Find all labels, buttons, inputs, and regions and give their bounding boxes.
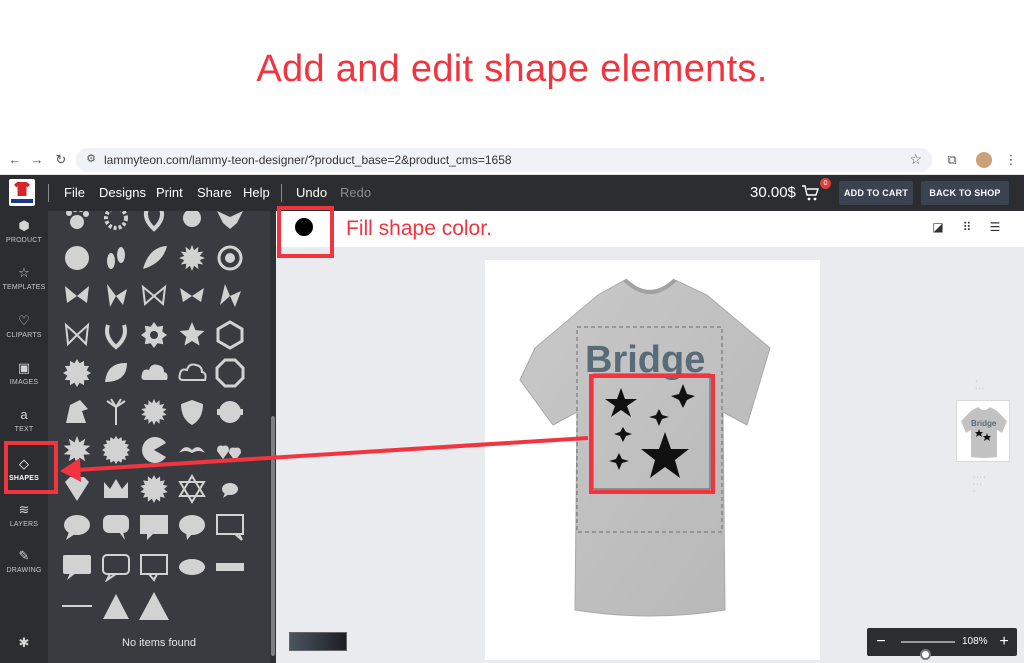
stage: Add and edit shape elements. ← → ↻ ⚙ lam…	[0, 0, 1024, 663]
annotation-arrow	[60, 436, 589, 482]
